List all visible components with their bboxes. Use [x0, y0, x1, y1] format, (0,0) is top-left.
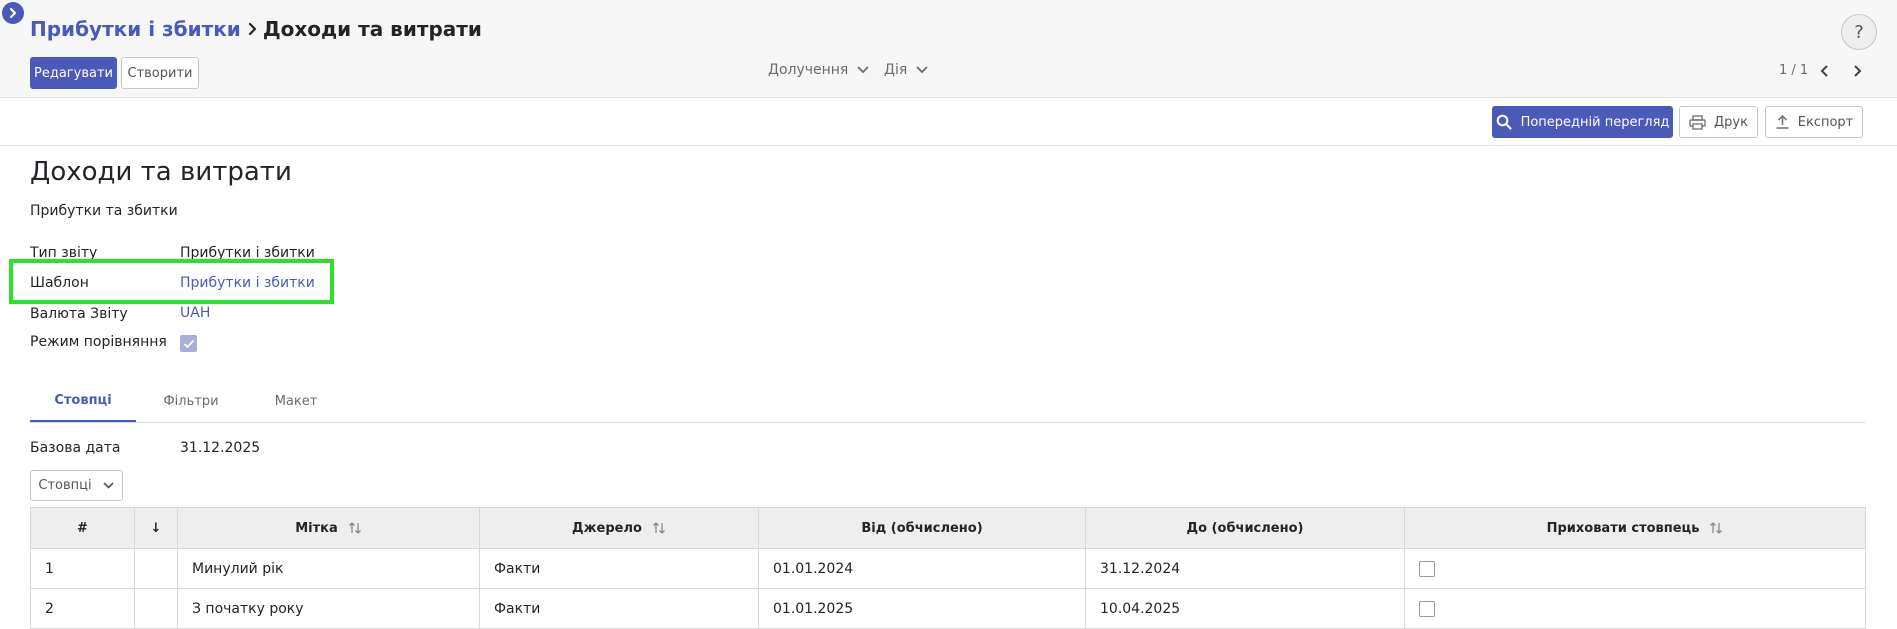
- help-button[interactable]: ?: [1841, 14, 1877, 50]
- breadcrumb-parent-link[interactable]: Прибутки і збитки: [30, 17, 241, 41]
- row-number: 2: [30, 588, 135, 629]
- column-header-source-text: Джерело: [572, 520, 642, 536]
- row-label[interactable]: З початку року: [177, 588, 480, 629]
- sort-icon: [348, 522, 361, 534]
- preview-button[interactable]: Попередній перегляд: [1492, 106, 1673, 138]
- question-icon: ?: [1854, 21, 1864, 43]
- chevron-right-icon: [248, 22, 258, 36]
- checkmark-icon: [183, 339, 194, 348]
- printer-icon: [1689, 114, 1706, 130]
- chevron-down-icon: [857, 66, 869, 74]
- comparison-mode-checkbox[interactable]: [180, 335, 197, 352]
- table-row[interactable]: 1 Минулий рік Факти 01.01.2024 31.12.202…: [30, 548, 1866, 589]
- pager-next-button[interactable]: [1848, 62, 1866, 80]
- chevron-down-icon: [916, 66, 928, 74]
- record-subtitle: Прибутки та збитки: [30, 203, 178, 219]
- row-hide-cell: [1404, 588, 1866, 629]
- sort-icon: [652, 522, 665, 534]
- row-source[interactable]: Факти: [479, 588, 759, 629]
- tab-filters[interactable]: Фільтри: [136, 380, 246, 422]
- upload-icon: [1776, 114, 1789, 129]
- chevron-left-icon: [1820, 65, 1828, 77]
- create-button[interactable]: Створити: [121, 57, 199, 89]
- action-label: Дія: [884, 62, 908, 78]
- print-label: Друк: [1714, 114, 1748, 130]
- column-header-hide-text: Приховати стовпець: [1546, 520, 1700, 536]
- template-link[interactable]: Прибутки і збитки: [180, 275, 315, 291]
- preview-label: Попередній перегляд: [1520, 114, 1670, 130]
- row-to[interactable]: 31.12.2024: [1085, 548, 1405, 589]
- row-handle[interactable]: [134, 588, 178, 629]
- attachments-dropdown[interactable]: Долучення: [768, 62, 870, 78]
- search-icon: [1496, 114, 1512, 130]
- columns-dropdown[interactable]: Стовпці: [30, 470, 123, 501]
- action-dropdown[interactable]: Дія: [884, 62, 929, 78]
- attachments-label: Долучення: [768, 62, 849, 78]
- row-to[interactable]: 10.04.2025: [1085, 588, 1405, 629]
- chevron-right-icon[interactable]: [2, 2, 24, 24]
- breadcrumb: Прибутки і збитки Доходи та витрати: [30, 17, 482, 41]
- column-header-number: #: [30, 507, 135, 549]
- currency-link[interactable]: UAH: [180, 305, 210, 321]
- hide-column-checkbox[interactable]: [1419, 560, 1435, 577]
- column-header-source[interactable]: Джерело: [479, 507, 759, 549]
- row-source[interactable]: Факти: [479, 548, 759, 589]
- row-handle[interactable]: [134, 548, 178, 589]
- row-from[interactable]: 01.01.2025: [758, 588, 1086, 629]
- export-button[interactable]: Експорт: [1765, 106, 1863, 138]
- export-label: Експорт: [1797, 114, 1854, 130]
- notebook-tabs: Стовпці Фільтри Макет: [30, 380, 1865, 423]
- column-header-hide[interactable]: Приховати стовпець: [1404, 507, 1866, 549]
- pager-value[interactable]: 1 / 1: [1779, 63, 1808, 78]
- chevron-right-icon: [1854, 65, 1862, 77]
- edit-button[interactable]: Редагувати: [30, 57, 117, 89]
- table-row[interactable]: 2 З початку року Факти 01.01.2025 10.04.…: [30, 588, 1866, 629]
- tab-columns[interactable]: Стовпці: [30, 380, 136, 422]
- print-button[interactable]: Друк: [1679, 106, 1758, 138]
- comparison-mode-label: Режим порівняння: [30, 334, 167, 350]
- pager-previous-button[interactable]: [1816, 62, 1834, 80]
- column-header-label[interactable]: Мітка: [177, 507, 480, 549]
- tab-layout[interactable]: Макет: [246, 380, 346, 422]
- columns-dropdown-label: Стовпці: [38, 478, 92, 493]
- breadcrumb-current: Доходи та витрати: [262, 17, 482, 41]
- column-header-sequence[interactable]: ↓: [134, 507, 178, 549]
- row-hide-cell: [1404, 548, 1866, 589]
- currency-label: Валюта Звіту: [30, 306, 128, 322]
- template-label: Шаблон: [30, 275, 89, 291]
- control-panel: [0, 0, 1897, 98]
- sort-icon: [1710, 522, 1723, 534]
- column-header-label-text: Мітка: [295, 520, 338, 536]
- record-title: Доходи та витрати: [30, 157, 292, 187]
- row-from[interactable]: 01.01.2024: [758, 548, 1086, 589]
- row-number: 1: [30, 548, 135, 589]
- chevron-down-icon: [103, 482, 114, 489]
- base-date-value[interactable]: 31.12.2025: [180, 440, 260, 456]
- column-header-from[interactable]: Від (обчислено): [758, 507, 1086, 549]
- row-label[interactable]: Минулий рік: [177, 548, 480, 589]
- arrow-down-icon: ↓: [150, 520, 162, 536]
- hide-column-checkbox[interactable]: [1419, 600, 1435, 617]
- base-date-label: Базова дата: [30, 440, 121, 456]
- table-header-row: # ↓ Мітка Джерело Від (обчислено) До (об…: [30, 507, 1866, 549]
- column-header-to[interactable]: До (обчислено): [1085, 507, 1405, 549]
